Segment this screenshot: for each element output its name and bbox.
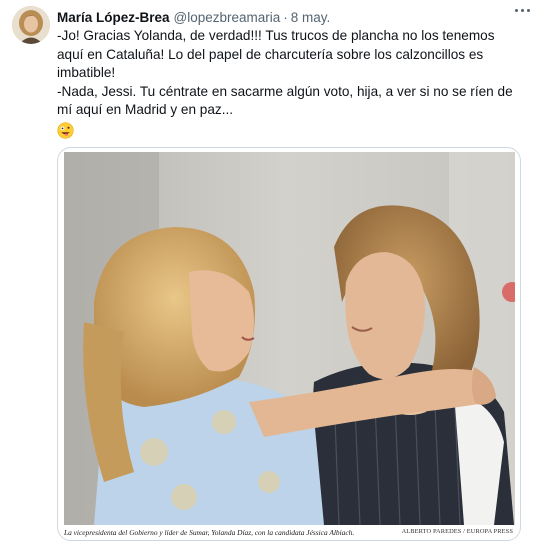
tweet-line: aquí en Cataluña! Lo del papel de charcu…	[57, 46, 484, 62]
more-horizontal-icon	[514, 8, 518, 12]
tweet-date[interactable]: 8 may.	[291, 10, 331, 25]
photo-credit: ALBERTO PAREDES / EUROPA PRESS	[401, 528, 513, 535]
zany-face-emoji	[57, 121, 74, 139]
tweet-line: -Nada, Jessi. Tu céntrate en sacarme alg…	[57, 83, 513, 99]
news-photo[interactable]	[64, 152, 515, 525]
media-card[interactable]: La vicepresidenta del Gobierno y líder d…	[57, 147, 521, 541]
tweet-header: María López-Brea @lopezbreamaria · 8 may…	[57, 7, 529, 27]
author-name[interactable]: María López-Brea	[57, 10, 170, 25]
tweet-line: mí aquí en Madrid y en paz...	[57, 102, 234, 117]
separator-dot: ·	[283, 9, 288, 25]
tweet-line: imbatible!	[57, 65, 116, 80]
tweet-line: -Jo! Gracias Yolanda, de verdad!!! Tus t…	[57, 28, 495, 43]
author-avatar[interactable]	[12, 6, 50, 44]
more-horizontal-icon	[520, 8, 524, 12]
tweet[interactable]: María López-Brea @lopezbreamaria · 8 may…	[0, 0, 541, 541]
tweet-text: -Jo! Gracias Yolanda, de verdad!!! Tus t…	[57, 27, 527, 144]
author-handle[interactable]: @lopezbreamaria	[174, 10, 281, 25]
caption-text: La vicepresidenta del Gobierno y líder d…	[64, 528, 355, 537]
more-options-button[interactable]	[511, 1, 533, 19]
more-horizontal-icon	[526, 8, 530, 12]
photo-caption: La vicepresidenta del Gobierno y líder d…	[64, 528, 515, 537]
